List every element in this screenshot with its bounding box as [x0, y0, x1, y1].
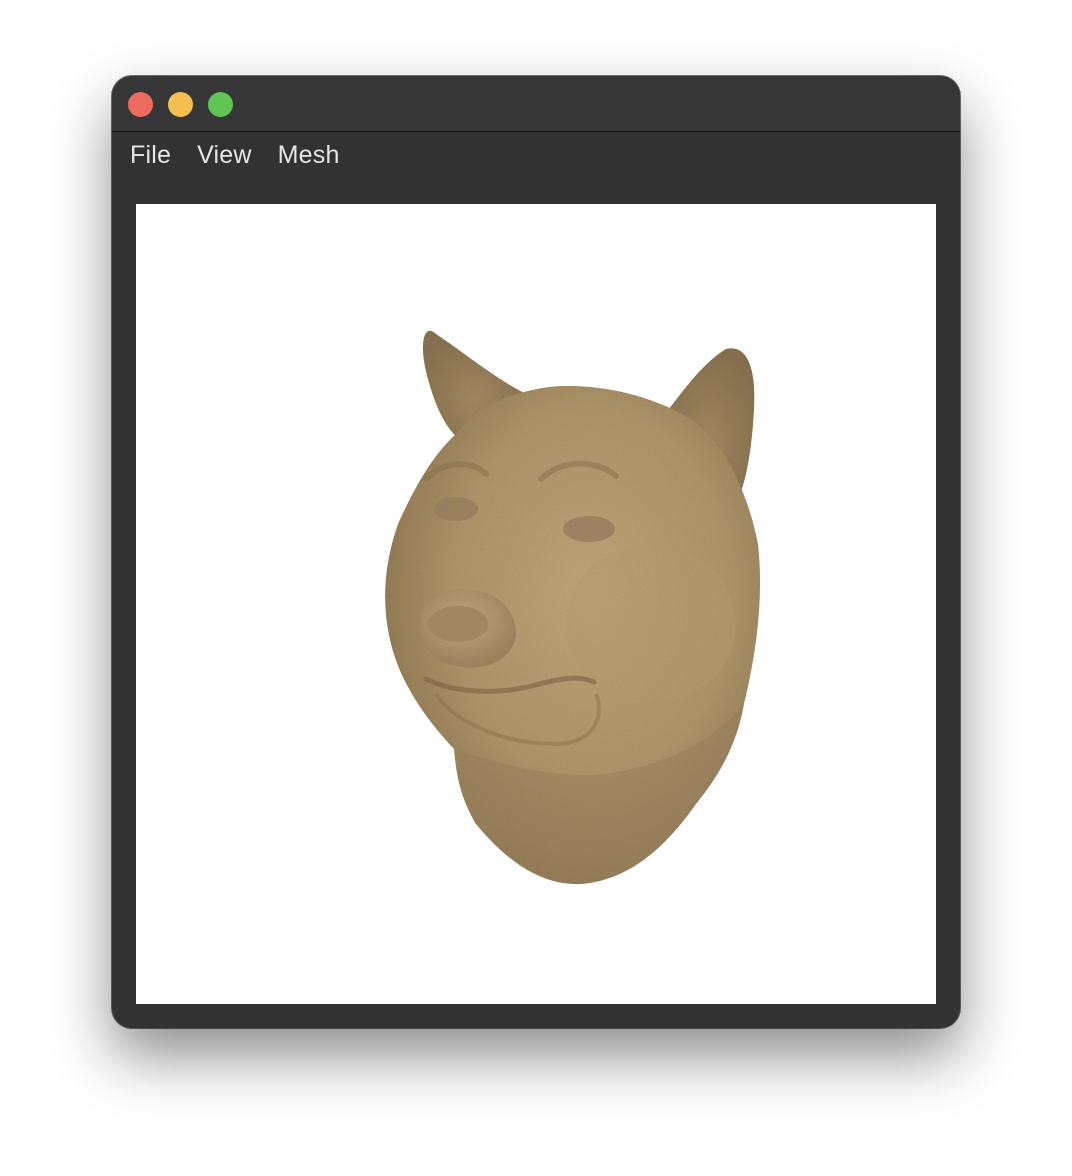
close-window-button[interactable] [128, 92, 153, 117]
menu-bar: File View Mesh [112, 133, 960, 177]
nose [428, 606, 488, 642]
app-window: File View Mesh [112, 76, 960, 1028]
mesh-render [385, 330, 761, 885]
menu-mesh[interactable]: Mesh [278, 141, 340, 170]
title-bar[interactable] [112, 76, 960, 132]
menu-view[interactable]: View [197, 141, 252, 170]
minimize-window-button[interactable] [168, 92, 193, 117]
left-eye [434, 497, 478, 521]
zoom-window-button[interactable] [208, 92, 233, 117]
right-eye [563, 516, 615, 542]
3d-viewport[interactable] [136, 204, 936, 1004]
cat-head-mesh [385, 330, 761, 885]
menu-file[interactable]: File [130, 141, 171, 170]
